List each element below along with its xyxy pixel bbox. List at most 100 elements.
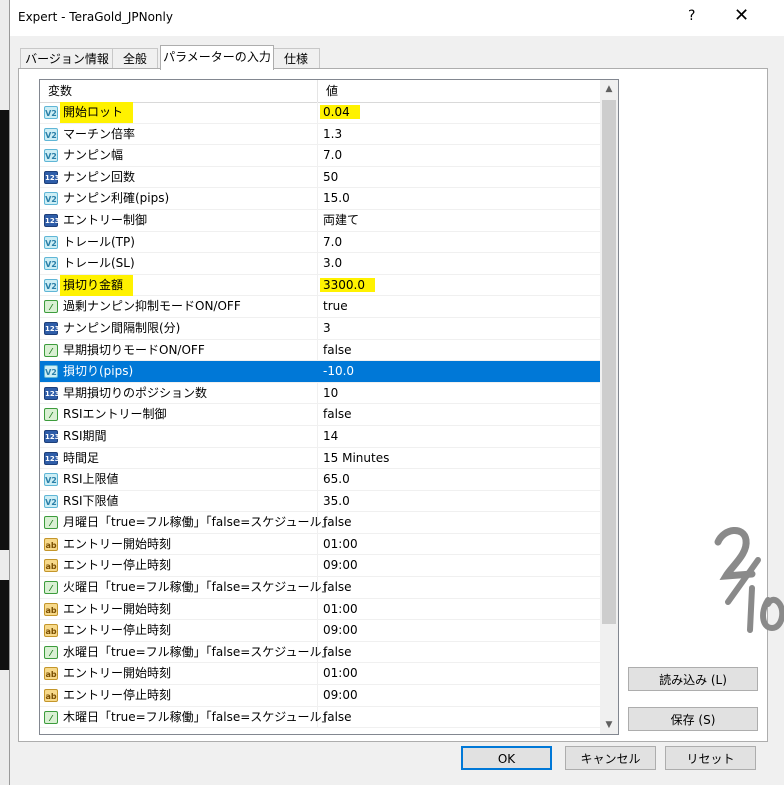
parameter-value-cell[interactable]: 09:00 bbox=[318, 555, 600, 576]
parameter-row[interactable]: ⁄ 過剰ナンピン抑制モードON/OFF true bbox=[40, 296, 600, 318]
parameter-value-cell[interactable]: 7.0 bbox=[318, 232, 600, 253]
parameter-name-cell[interactable]: ab エントリー停止時刻 bbox=[40, 555, 318, 577]
parameter-value-cell[interactable]: 両建て bbox=[318, 210, 600, 231]
parameter-row[interactable]: V2 マーチン倍率 1.3 bbox=[40, 123, 600, 146]
parameter-value-cell[interactable]: 01:00 bbox=[318, 534, 600, 555]
parameter-name-cell[interactable]: V2 ナンピン幅 bbox=[40, 145, 318, 166]
parameter-row[interactable]: ⁄ RSIエントリー制御 false bbox=[40, 404, 600, 426]
parameter-row[interactable]: V2 トレール(SL) 3.0 bbox=[40, 253, 600, 275]
parameter-value-cell[interactable]: -10.0 bbox=[318, 361, 600, 382]
parameter-row[interactable]: V2 RSI下限値 35.0 bbox=[40, 490, 600, 513]
parameter-name-cell[interactable]: ⁄ 過剰ナンピン抑制モードON/OFF bbox=[40, 296, 318, 317]
parameter-value-cell[interactable]: 14 bbox=[318, 426, 600, 447]
tab-specification[interactable]: 仕様 bbox=[272, 48, 320, 69]
parameter-value-cell[interactable]: 15.0 bbox=[318, 188, 600, 209]
parameter-value-cell[interactable]: 7.0 bbox=[318, 145, 600, 166]
scroll-up-arrow-icon[interactable]: ▲ bbox=[600, 80, 618, 98]
parameter-row[interactable]: V2 開始ロット 0.04 bbox=[40, 102, 600, 124]
cancel-button[interactable]: キャンセル bbox=[565, 746, 656, 770]
parameter-row[interactable]: V2 トレール(TP) 7.0 bbox=[40, 231, 600, 254]
parameter-name-cell[interactable]: V2 開始ロット bbox=[40, 102, 318, 123]
parameter-row[interactable]: 123 早期損切りのポジション数 10 bbox=[40, 382, 600, 405]
parameter-row[interactable]: V2 ナンピン幅 7.0 bbox=[40, 145, 600, 167]
parameter-name-cell[interactable]: ⁄ 水曜日「true=フル稼働」「false=スケジュール」 bbox=[40, 641, 333, 663]
parameter-row[interactable]: ⁄ 火曜日「true=フル稼働」「false=スケジュール」 false bbox=[40, 577, 600, 599]
parameter-row[interactable]: ab エントリー停止時刻 09:00 bbox=[40, 555, 600, 578]
parameter-row[interactable]: 123 時間足 15 Minutes bbox=[40, 447, 600, 470]
scroll-down-arrow-icon[interactable]: ▼ bbox=[600, 716, 618, 734]
parameter-value-cell[interactable]: 09:00 bbox=[318, 685, 600, 706]
parameter-name-cell[interactable]: 123 RSI期間 bbox=[40, 425, 318, 447]
close-button[interactable]: ✕ bbox=[734, 5, 749, 26]
load-button[interactable]: 読み込み (L) bbox=[628, 667, 758, 691]
reset-button[interactable]: リセット bbox=[665, 746, 756, 770]
parameter-row[interactable]: V2 損切り(pips) -10.0 bbox=[40, 361, 600, 383]
parameter-row[interactable]: 123 RSI期間 14 bbox=[40, 425, 600, 448]
parameter-row[interactable]: ⁄ 月曜日「true=フル稼働」「false=スケジュール」 false bbox=[40, 512, 600, 534]
parameter-row[interactable]: ⁄ 水曜日「true=フル稼働」「false=スケジュール」 false bbox=[40, 641, 600, 664]
parameter-value-cell[interactable]: 50 bbox=[318, 167, 600, 188]
save-button[interactable]: 保存 (S) bbox=[628, 707, 758, 731]
parameter-name-cell[interactable]: V2 トレール(TP) bbox=[40, 231, 318, 253]
parameter-name-cell[interactable]: ⁄ RSIエントリー制御 bbox=[40, 404, 318, 425]
parameter-row[interactable]: V2 RSI上限値 65.0 bbox=[40, 469, 600, 491]
parameter-name-cell[interactable]: V2 損切り金額 bbox=[40, 274, 318, 296]
parameter-name-cell[interactable]: V2 RSI下限値 bbox=[40, 490, 318, 512]
column-header-value[interactable]: 値 bbox=[318, 80, 600, 102]
parameter-value-cell[interactable]: false bbox=[318, 512, 600, 533]
parameter-value-cell[interactable]: 1.3 bbox=[318, 124, 600, 145]
tab-parameters[interactable]: パラメーターの入力 bbox=[160, 45, 274, 70]
parameter-value-cell[interactable]: false bbox=[318, 404, 600, 425]
parameter-value-cell[interactable]: true bbox=[318, 296, 600, 317]
parameter-name-cell[interactable]: ⁄ 早期損切りモードON/OFF bbox=[40, 339, 318, 361]
parameter-name-cell[interactable]: ⁄ 木曜日「true=フル稼働」「false=スケジュール」 bbox=[40, 706, 333, 728]
parameter-value-cell[interactable]: false bbox=[318, 642, 600, 663]
parameter-row[interactable]: 123 ナンピン間隔制限(分) 3 bbox=[40, 317, 600, 340]
parameter-value-cell[interactable]: 35.0 bbox=[318, 491, 600, 512]
parameter-name-cell[interactable]: ab エントリー停止時刻 bbox=[40, 620, 318, 641]
parameter-value-cell[interactable]: 01:00 bbox=[318, 663, 600, 684]
parameter-row[interactable]: V2 損切り金額 3300.0 bbox=[40, 274, 600, 297]
parameter-name-cell[interactable]: 123 早期損切りのポジション数 bbox=[40, 382, 318, 404]
parameter-row[interactable]: 123 ナンピン回数 50 bbox=[40, 166, 600, 189]
ok-button[interactable]: OK bbox=[461, 746, 552, 770]
vertical-scrollbar[interactable]: ▲ ▼ bbox=[600, 80, 618, 734]
tab-version-info[interactable]: バージョン情報 bbox=[20, 48, 114, 69]
parameter-name-cell[interactable]: 123 時間足 bbox=[40, 447, 318, 469]
parameter-value-cell[interactable]: 3300.0 bbox=[318, 275, 600, 296]
parameter-row[interactable]: V2 ナンピン利確(pips) 15.0 bbox=[40, 188, 600, 210]
parameter-name-cell[interactable]: ab エントリー開始時刻 bbox=[40, 598, 318, 620]
parameter-name-cell[interactable]: ab エントリー開始時刻 bbox=[40, 533, 318, 555]
scroll-thumb[interactable] bbox=[602, 100, 616, 624]
parameter-row[interactable]: ab エントリー停止時刻 09:00 bbox=[40, 620, 600, 642]
parameter-row[interactable]: ab エントリー開始時刻 01:00 bbox=[40, 598, 600, 621]
parameter-name-cell[interactable]: V2 トレール(SL) bbox=[40, 253, 318, 274]
parameter-row[interactable]: ⁄ 木曜日「true=フル稼働」「false=スケジュール」 false bbox=[40, 706, 600, 729]
parameter-value-cell[interactable]: 01:00 bbox=[318, 599, 600, 620]
parameter-row[interactable]: ⁄ 早期損切りモードON/OFF false bbox=[40, 339, 600, 362]
parameter-name-cell[interactable]: ab エントリー開始時刻 bbox=[40, 663, 318, 685]
column-header-variable[interactable]: 変数 bbox=[40, 80, 318, 102]
parameter-value-cell[interactable]: false bbox=[318, 577, 600, 598]
parameter-value-cell[interactable]: 15 Minutes bbox=[318, 448, 600, 469]
parameter-row[interactable]: ab エントリー停止時刻 09:00 bbox=[40, 685, 600, 707]
parameter-value-cell[interactable]: false bbox=[318, 707, 600, 728]
parameter-row[interactable]: 123 エントリー制御 両建て bbox=[40, 209, 600, 232]
parameter-value-cell[interactable]: 3.0 bbox=[318, 253, 600, 274]
parameter-value-cell[interactable]: 10 bbox=[318, 383, 600, 404]
parameter-name-cell[interactable]: 123 ナンピン間隔制限(分) bbox=[40, 317, 318, 339]
parameter-row[interactable]: ab エントリー開始時刻 01:00 bbox=[40, 663, 600, 686]
tab-general[interactable]: 全般 bbox=[112, 48, 158, 69]
parameter-name-cell[interactable]: ab エントリー停止時刻 bbox=[40, 685, 318, 706]
parameter-value-cell[interactable]: 09:00 bbox=[318, 620, 600, 641]
parameter-value-cell[interactable]: 0.04 bbox=[318, 102, 600, 123]
parameter-value-cell[interactable]: 3 bbox=[318, 318, 600, 339]
parameter-name-cell[interactable]: 123 エントリー制御 bbox=[40, 209, 318, 231]
parameter-name-cell[interactable]: V2 RSI上限値 bbox=[40, 469, 318, 490]
parameter-row[interactable]: ab エントリー開始時刻 01:00 bbox=[40, 533, 600, 556]
parameter-name-cell[interactable]: ⁄ 火曜日「true=フル稼働」「false=スケジュール」 bbox=[40, 577, 333, 598]
parameter-value-cell[interactable]: 65.0 bbox=[318, 469, 600, 490]
parameter-name-cell[interactable]: V2 マーチン倍率 bbox=[40, 123, 318, 145]
parameter-name-cell[interactable]: 123 ナンピン回数 bbox=[40, 166, 318, 188]
parameter-name-cell[interactable]: V2 損切り(pips) bbox=[40, 361, 318, 382]
